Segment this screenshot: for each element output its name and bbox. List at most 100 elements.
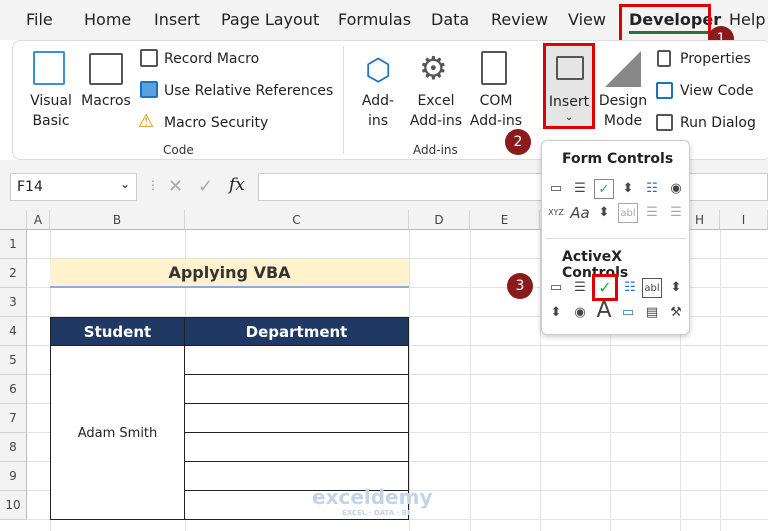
activex-controls-heading: ActiveX Controls (562, 249, 629, 281)
activex-command-button-icon[interactable]: ▭ (546, 278, 566, 298)
tab-page-layout[interactable]: Page Layout (221, 10, 319, 29)
label: Design (598, 93, 648, 109)
label: Basic (32, 113, 70, 129)
student-cell[interactable]: Adam Smith (50, 345, 185, 520)
col-header-i[interactable]: I (720, 210, 768, 230)
group-box-icon[interactable]: XYZ (546, 203, 566, 223)
activex-text-box-icon[interactable]: abl (642, 278, 662, 298)
record-macro-button[interactable]: Record Macro (164, 49, 259, 69)
macros-icon (89, 53, 123, 85)
department-cell[interactable] (184, 403, 409, 433)
row-header-4[interactable]: 4 (0, 317, 27, 346)
activex-list-box-icon[interactable]: ☷ (620, 278, 640, 298)
row-header-2[interactable]: 2 (0, 259, 27, 288)
row-header-9[interactable]: 9 (0, 462, 27, 491)
list-box-icon[interactable]: ☷ (642, 179, 662, 199)
row-header-5[interactable]: 5 (0, 346, 27, 375)
tab-formulas[interactable]: Formulas (338, 10, 411, 29)
tab-review[interactable]: Review (491, 10, 548, 29)
activex-spin-button-icon[interactable]: ⬍ (546, 303, 566, 323)
name-box-value: F14 (17, 179, 43, 195)
button-control-icon[interactable]: ▭ (546, 179, 566, 199)
select-all[interactable] (0, 210, 27, 230)
checkbox-control-icon[interactable]: ✓ (594, 179, 614, 199)
developer-highlight (619, 4, 711, 43)
row-header-1[interactable]: 1 (0, 230, 27, 259)
spin-button-icon[interactable]: ⬍ (618, 179, 638, 199)
scroll-bar-icon[interactable]: ⬍ (594, 203, 614, 223)
com-addins-button[interactable]: COM Add-ins (467, 91, 525, 131)
col-header-e[interactable]: E (470, 210, 540, 230)
tab-file[interactable]: File (26, 10, 53, 29)
department-cell[interactable] (184, 345, 409, 375)
text-field-icon: abl (618, 203, 638, 223)
col-header-d[interactable]: D (409, 210, 470, 230)
visual-basic-button[interactable]: Visual Basic (27, 91, 75, 131)
combo-list-icon: ☰ (646, 205, 658, 220)
header-student[interactable]: Student (50, 317, 185, 346)
gridline (720, 230, 721, 531)
enter-icon[interactable]: ✓ (198, 176, 213, 197)
formula-input[interactable] (258, 173, 768, 201)
row-header-8[interactable]: 8 (0, 433, 27, 462)
combo-box-icon[interactable]: ☰ (570, 179, 590, 199)
run-dialog-button[interactable]: Run Dialog (680, 113, 756, 133)
activex-image-icon[interactable]: ▭ (618, 303, 638, 323)
tab-home[interactable]: Home (84, 10, 131, 29)
department-cell[interactable] (184, 374, 409, 404)
department-cell[interactable] (184, 432, 409, 462)
code-group-label: Code (163, 143, 194, 157)
activex-label-icon[interactable]: A (594, 300, 614, 322)
label-control-icon[interactable]: Aa (570, 203, 590, 223)
cancel-icon[interactable]: ✕ (168, 176, 183, 197)
tab-help[interactable]: Help (729, 10, 765, 29)
excel-addins-button[interactable]: Excel Add-ins (407, 91, 465, 131)
more-controls-icon[interactable]: ⚒ (666, 303, 686, 323)
insert-function-button[interactable]: fx (229, 175, 245, 195)
tab-data[interactable]: Data (431, 10, 469, 29)
activex-option-button-icon[interactable]: ◉ (570, 303, 590, 323)
run-dialog-icon (656, 114, 673, 131)
step-badge-2: 2 (505, 129, 531, 155)
warning-icon: ⚠ (138, 111, 155, 132)
view-code-button[interactable]: View Code (680, 81, 754, 101)
visual-basic-icon (33, 51, 65, 85)
label: Visual (30, 93, 72, 109)
name-box[interactable]: F14 ⌄ (10, 173, 137, 201)
design-mode-button[interactable]: Design Mode (597, 91, 649, 131)
addins-group-label: Add-ins (413, 143, 458, 157)
label: Add-ins (469, 113, 523, 129)
tab-insert[interactable]: Insert (154, 10, 200, 29)
col-header-b[interactable]: B (50, 210, 185, 230)
gridline (470, 230, 471, 531)
row-header-6[interactable]: 6 (0, 375, 27, 404)
row-header-3[interactable]: 3 (0, 288, 27, 317)
relative-references-button[interactable]: Use Relative References (164, 81, 333, 101)
addins-icon: ⬡ (365, 53, 392, 88)
label: Mode (603, 113, 643, 129)
design-mode-icon (605, 51, 641, 87)
chevron-down-icon[interactable]: ⌄ (120, 177, 130, 191)
activex-combo-box-icon[interactable]: ☰ (570, 278, 590, 298)
com-addins-icon (481, 51, 507, 85)
label: Add- (361, 93, 395, 109)
header-department[interactable]: Department (184, 317, 409, 346)
activex-checkbox-icon[interactable]: ✓ (592, 274, 618, 301)
activex-scroll-bar-icon[interactable]: ⬍ (666, 278, 686, 298)
row-header-7[interactable]: 7 (0, 404, 27, 433)
col-header-c[interactable]: C (185, 210, 409, 230)
sheet-title[interactable]: Applying VBA (50, 259, 409, 288)
tab-view[interactable]: View (568, 10, 606, 29)
addins-button[interactable]: Add-ins (355, 91, 401, 131)
more-icon: ⋮ (147, 178, 159, 192)
option-button-icon[interactable]: ◉ (666, 179, 686, 199)
insert-button[interactable]: Insert ⌄ (543, 43, 595, 129)
properties-button[interactable]: Properties (680, 49, 751, 69)
macro-security-button[interactable]: Macro Security (164, 113, 268, 133)
row-header-10[interactable]: 10 (0, 491, 27, 520)
activex-toggle-button-icon[interactable]: ▤ (642, 303, 662, 323)
step-badge-3: 3 (507, 273, 533, 299)
macros-button[interactable]: Macros (79, 91, 133, 111)
toolbox-icon (556, 56, 584, 80)
col-header-a[interactable]: A (27, 210, 50, 230)
